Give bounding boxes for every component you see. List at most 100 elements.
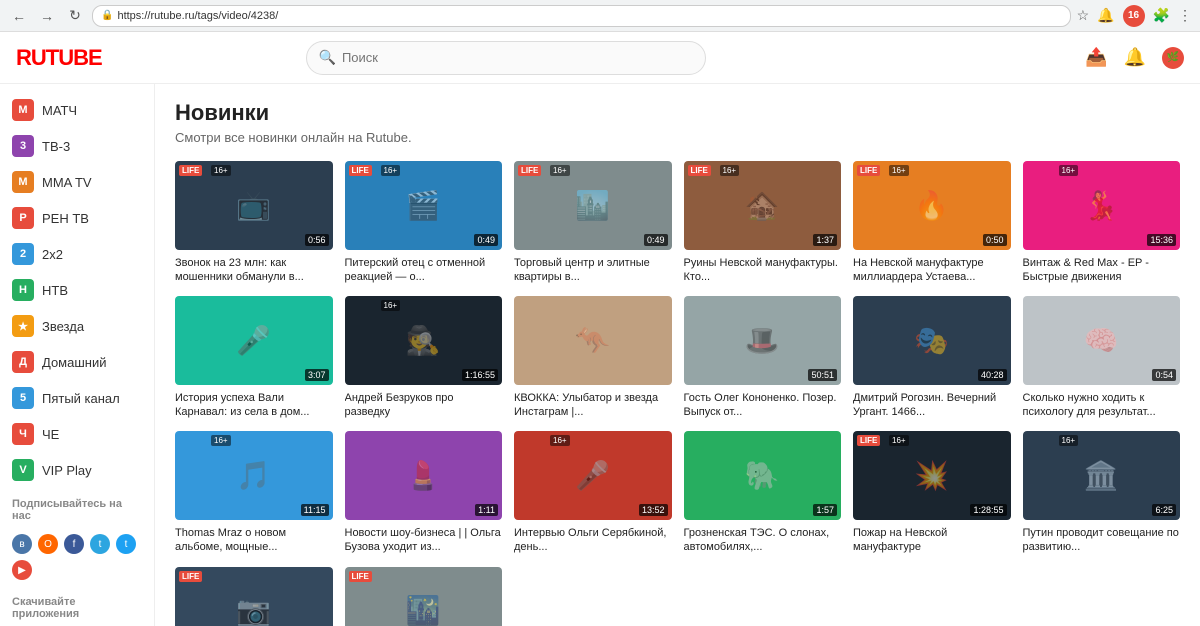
thumb-visual: 📷 (175, 567, 333, 626)
video-card[interactable]: LIFE16+1:37🏚️Руины Невской мануфактуры. … (684, 161, 842, 284)
video-card[interactable]: LIFE📷 (175, 567, 333, 626)
video-card[interactable]: 1:11💄Новости шоу-бизнеса | | Ольга Бузов… (345, 431, 503, 554)
video-card[interactable]: LIFE16+0:56📺Звонок на 23 млн: как мошенн… (175, 161, 333, 284)
thumb-visual: 🔥 (853, 161, 1011, 250)
ok-icon[interactable]: О (38, 534, 58, 554)
video-card[interactable]: 3:07🎤История успеха Вали Карнавал: из се… (175, 296, 333, 419)
notification-icon[interactable]: 🔔 (1097, 7, 1114, 24)
forward-button[interactable]: → (36, 5, 58, 27)
video-title: Путин проводит совещание по развитию... (1023, 526, 1181, 555)
site-logo[interactable]: RUTUBE (16, 45, 102, 71)
thumb-visual: 📺 (175, 161, 333, 250)
sidebar-item-3[interactable]: Р РЕН ТВ (0, 200, 154, 236)
vk-icon[interactable]: в (12, 534, 32, 554)
thumb-visual: 🐘 (684, 431, 842, 520)
sidebar-item-0[interactable]: М МАТЧ (0, 92, 154, 128)
channel-label-10: VIP Play (42, 463, 92, 478)
sidebar-item-2[interactable]: M MMA TV (0, 164, 154, 200)
sidebar: М МАТЧ 3 ТВ-3 M MMA TV Р РЕН ТВ 2 2х2 Н … (0, 84, 155, 626)
video-title: Гость Олег Кононенко. Позер. Выпуск от..… (684, 391, 842, 420)
channel-icon-7: Д (12, 351, 34, 373)
bell-icon[interactable]: 🔔 (1124, 47, 1146, 68)
browser-icons: ☆ 🔔 16 🧩 ⋮ (1077, 5, 1192, 27)
section-title: Новинки (175, 100, 1180, 126)
video-title: Грозненская ТЭС. О слонах, автомобилях,.… (684, 526, 842, 555)
subscribe-label: Подписывайтесь на нас (0, 488, 154, 526)
extensions-icon[interactable]: 🧩 (1153, 7, 1170, 24)
upload-icon[interactable]: 📤 (1085, 47, 1107, 68)
tg-icon[interactable]: t (90, 534, 110, 554)
video-card[interactable]: LIFE🌃 (345, 567, 503, 626)
social-icons: в О f t t ▶ (0, 526, 154, 588)
video-title: Дмитрий Рогозин. Вечерний Ургант. 1466..… (853, 391, 1011, 420)
menu-icon[interactable]: ⋮ (1178, 7, 1192, 24)
sidebar-item-1[interactable]: 3 ТВ-3 (0, 128, 154, 164)
yt-icon[interactable]: ▶ (12, 560, 32, 580)
channel-label-0: МАТЧ (42, 103, 77, 118)
tw-icon[interactable]: t (116, 534, 136, 554)
thumb-visual: 🎤 (514, 431, 672, 520)
user-avatar[interactable]: 16 (1123, 5, 1145, 27)
thumb-visual: 💃 (1023, 161, 1181, 250)
channel-label-5: НТВ (42, 283, 68, 298)
content-area: М МАТЧ 3 ТВ-3 M MMA TV Р РЕН ТВ 2 2х2 Н … (0, 84, 1200, 626)
channel-label-9: ЧЕ (42, 427, 59, 442)
video-title: Андрей Безруков про разведку (345, 391, 503, 420)
video-title: Звонок на 23 млн: как мошенники обманули… (175, 256, 333, 285)
channel-icon-3: Р (12, 207, 34, 229)
video-card[interactable]: 0:54🧠Сколько нужно ходить к психологу дл… (1023, 296, 1181, 419)
search-input[interactable] (342, 50, 693, 65)
user-profile-icon[interactable]: 🌿 (1162, 47, 1184, 69)
video-card[interactable]: LIFE16+0:49🏙️Торговый центр и элитные кв… (514, 161, 672, 284)
video-card[interactable]: 16+13:52🎤Интервью Ольги Серябкиной, день… (514, 431, 672, 554)
fb-icon[interactable]: f (64, 534, 84, 554)
channel-label-6: Звезда (42, 319, 84, 334)
channel-icon-8: 5 (12, 387, 34, 409)
video-card[interactable]: 🦘КВОККА: Улыбатор и звезда Инстаграм |..… (514, 296, 672, 419)
topnav: RUTUBE 🔍 📤 🔔 🌿 (0, 32, 1200, 84)
video-card[interactable]: LIFE16+0:49🎬Питерский отец с отменной ре… (345, 161, 503, 284)
lock-icon: 🔒 (101, 10, 113, 21)
back-button[interactable]: ← (8, 5, 30, 27)
video-card[interactable]: 16+15:36💃Винтаж & Red Max - EP - Быстрые… (1023, 161, 1181, 284)
video-title: Питерский отец с отменной реакцией — о..… (345, 256, 503, 285)
thumb-visual: 💄 (345, 431, 503, 520)
thumb-visual: 🎭 (853, 296, 1011, 385)
video-card[interactable]: 1:57🐘Грозненская ТЭС. О слонах, автомоби… (684, 431, 842, 554)
search-icon: 🔍 (319, 49, 336, 66)
sidebar-item-9[interactable]: Ч ЧЕ (0, 416, 154, 452)
video-card[interactable]: 16+6:25🏛️Путин проводит совещание по раз… (1023, 431, 1181, 554)
video-title: Интервью Ольги Серябкиной, день... (514, 526, 672, 555)
refresh-button[interactable]: ↻ (64, 5, 86, 27)
video-card[interactable]: 16+1:16:55🕵️Андрей Безруков про разведку (345, 296, 503, 419)
sidebar-item-5[interactable]: Н НТВ (0, 272, 154, 308)
sidebar-item-7[interactable]: Д Домашний (0, 344, 154, 380)
address-bar[interactable]: 🔒 https://rutube.ru/tags/video/4238/ (92, 5, 1071, 27)
video-title: Пожар на Невской мануфактуре (853, 526, 1011, 555)
thumb-visual: 🕵️ (345, 296, 503, 385)
video-card[interactable]: LIFE16+1:28:55💥Пожар на Невской мануфакт… (853, 431, 1011, 554)
video-card[interactable]: 50:51🎩Гость Олег Кононенко. Позер. Выпус… (684, 296, 842, 419)
video-card[interactable]: 16+11:15🎵Thomas Mraz о новом альбоме, мо… (175, 431, 333, 554)
thumb-visual: 🏛️ (1023, 431, 1181, 520)
search-bar[interactable]: 🔍 (306, 41, 706, 75)
channel-icon-6: ★ (12, 315, 34, 337)
sidebar-item-8[interactable]: 5 Пятый канал (0, 380, 154, 416)
thumb-visual: 🎤 (175, 296, 333, 385)
channel-label-7: Домашний (42, 355, 106, 370)
sidebar-item-6[interactable]: ★ Звезда (0, 308, 154, 344)
channel-icon-10: V (12, 459, 34, 481)
sidebar-item-4[interactable]: 2 2х2 (0, 236, 154, 272)
star-icon[interactable]: ☆ (1077, 7, 1090, 24)
video-title: Thomas Mraz о новом альбоме, мощные... (175, 526, 333, 555)
video-card[interactable]: LIFE16+0:50🔥На Невской мануфактуре милли… (853, 161, 1011, 284)
video-title: Винтаж & Red Max - EP - Быстрые движения (1023, 256, 1181, 285)
video-title: История успеха Вали Карнавал: из села в … (175, 391, 333, 420)
channel-icon-4: 2 (12, 243, 34, 265)
video-card[interactable]: 40:28🎭Дмитрий Рогозин. Вечерний Ургант. … (853, 296, 1011, 419)
channel-label-1: ТВ-3 (42, 139, 70, 154)
sidebar-item-10[interactable]: V VIP Play (0, 452, 154, 488)
channel-label-3: РЕН ТВ (42, 211, 89, 226)
video-title: На Невской мануфактуре миллиардера Устае… (853, 256, 1011, 285)
channel-icon-5: Н (12, 279, 34, 301)
